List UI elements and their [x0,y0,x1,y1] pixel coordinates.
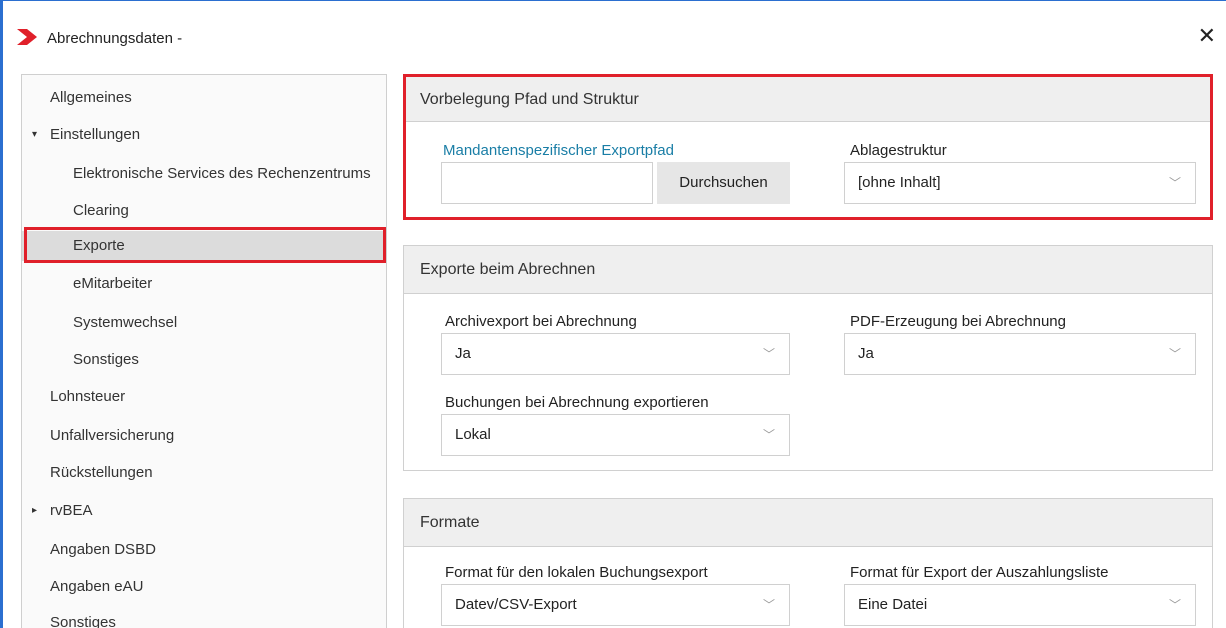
sidebar-item-systemwechsel[interactable]: Systemwechsel [22,308,386,338]
chevron-down-icon: ﹀ [762,428,775,442]
local-format-select[interactable]: Datev/CSV-Export ﹀ [441,584,790,626]
sidebar-item-label: eMitarbeiter [73,275,153,292]
export-path-label: Mandantenspezifischer Exportpfad [443,142,674,159]
sidebar-item-label: Lohnsteuer [50,388,126,405]
close-icon[interactable]: ✕ [1198,25,1216,47]
sidebar-item-label: Sonstiges [50,614,116,628]
pdf-value: Ja [858,345,874,362]
sidebar-item-clearing[interactable]: Clearing [22,196,386,226]
sidebar-item-label: Einstellungen [50,126,141,143]
sidebar-item-label: Systemwechsel [73,314,178,331]
sidebar-item-allgemeines[interactable]: Allgemeines [22,83,386,113]
pdf-select[interactable]: Ja ﹀ [844,333,1196,375]
sidebar-item-angaben-dsbd[interactable]: Angaben DSBD [22,535,386,565]
bookings-export-value: Lokal [455,426,491,443]
chevron-down-icon: ﹀ [762,347,775,361]
chevron-down-icon: ﹀ [1168,347,1181,361]
structure-select[interactable]: [ohne Inhalt] ﹀ [844,162,1196,204]
sidebar-item-lohnsteuer[interactable]: Lohnsteuer [22,382,386,412]
chevron-down-icon: ﹀ [762,598,775,612]
section-title: Vorbelegung Pfad und Struktur [406,77,1210,122]
sidebar-nav: Allgemeines ▾ Einstellungen Elektronisch… [21,74,387,628]
window-title: Abrechnungsdaten - [47,30,183,47]
local-format-label: Format für den lokalen Buchungsexport [445,564,708,581]
sidebar-item-elektronische-services[interactable]: Elektronische Services des Rechenzentrum… [22,159,386,189]
sidebar-item-sonstiges[interactable]: Sonstiges [22,608,386,628]
export-path-input[interactable] [441,162,653,204]
archive-export-value: Ja [455,345,471,362]
sidebar-item-exporte[interactable]: Exporte [22,231,386,261]
sidebar-item-label: Unfallversicherung [50,427,175,444]
sidebar-item-label: Exporte [73,237,125,254]
app-logo-icon [15,27,41,52]
dialog-window: Abrechnungsdaten - ✕ Allgemeines ▾ Einst… [0,0,1226,628]
archive-export-select[interactable]: Ja ﹀ [441,333,790,375]
payout-format-label: Format für Export der Auszahlungsliste [850,564,1109,581]
browse-button[interactable]: Durchsuchen [657,162,790,204]
local-format-value: Datev/CSV-Export [455,596,577,613]
structure-label: Ablagestruktur [850,142,947,159]
structure-value: [ohne Inhalt] [858,174,941,191]
sidebar-item-label: Sonstiges [73,351,139,368]
chevron-down-icon: ﹀ [1168,598,1181,612]
pdf-label: PDF-Erzeugung bei Abrechnung [850,313,1066,330]
chevron-right-icon[interactable]: ▸ [32,496,37,526]
section-title: Formate [404,499,1212,547]
sidebar-item-label: Rückstellungen [50,464,153,481]
sidebar-item-emitarbeiter[interactable]: eMitarbeiter [22,269,386,299]
sidebar-item-label: Elektronische Services des Rechenzentrum… [73,165,371,182]
chevron-down-icon[interactable]: ▾ [32,120,37,150]
payout-format-select[interactable]: Eine Datei ﹀ [844,584,1196,626]
section-title: Exporte beim Abrechnen [404,246,1212,294]
bookings-export-select[interactable]: Lokal ﹀ [441,414,790,456]
sidebar-item-sonstiges-sub[interactable]: Sonstiges [22,345,386,375]
payout-format-value: Eine Datei [858,596,928,613]
sidebar-item-rueckstellungen[interactable]: Rückstellungen [22,458,386,488]
sidebar-item-label: Allgemeines [50,89,132,106]
sidebar-item-unfallversicherung[interactable]: Unfallversicherung [22,421,386,451]
archive-export-label: Archivexport bei Abrechnung [445,313,637,330]
sidebar-item-label: Clearing [73,202,129,219]
sidebar-item-label: rvBEA [50,502,93,519]
sidebar-item-einstellungen[interactable]: ▾ Einstellungen [22,120,386,150]
bookings-export-label: Buchungen bei Abrechnung exportieren [445,394,709,411]
sidebar-item-angaben-eau[interactable]: Angaben eAU [22,572,386,602]
sidebar-item-rvbea[interactable]: ▸ rvBEA [22,496,386,526]
chevron-down-icon: ﹀ [1168,176,1181,190]
sidebar-item-label: Angaben eAU [50,578,144,595]
title-bar: Abrechnungsdaten - ✕ [3,1,1226,51]
sidebar-item-label: Angaben DSBD [50,541,156,558]
